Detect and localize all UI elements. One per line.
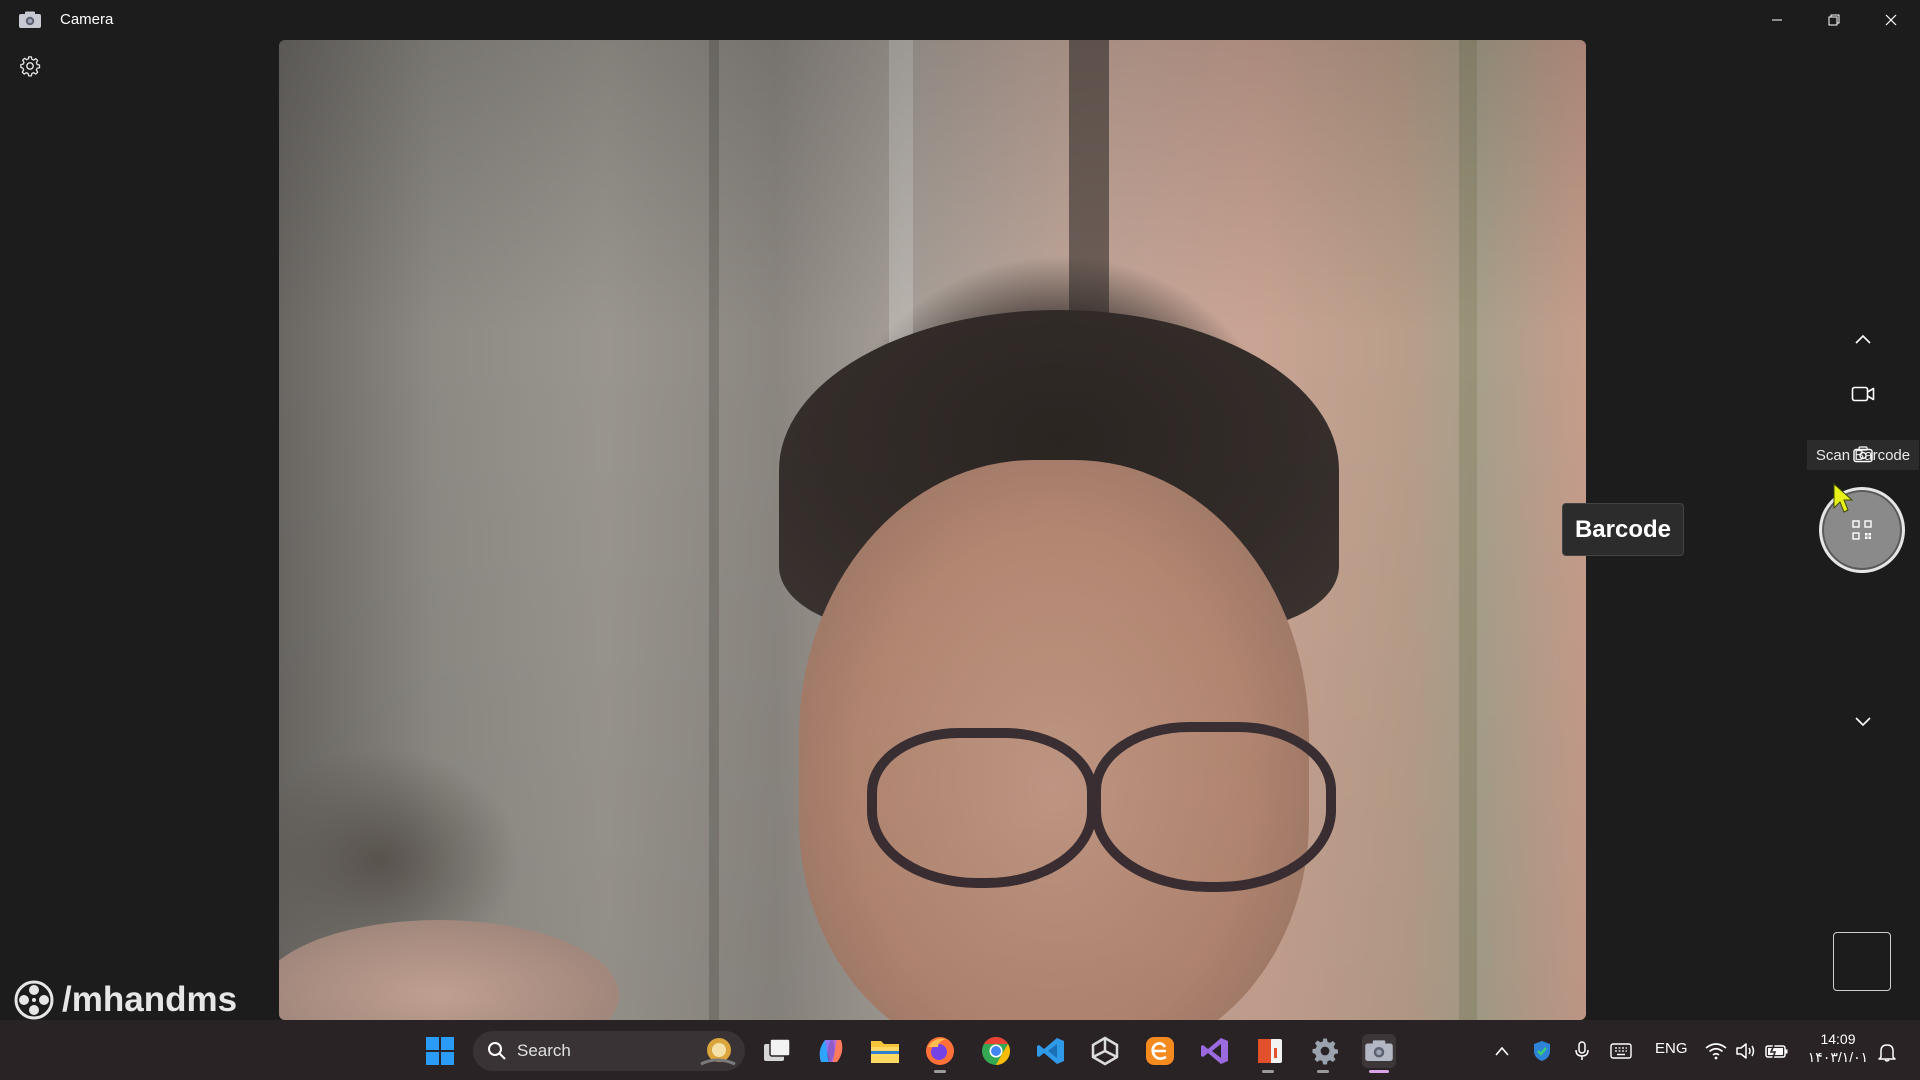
photo-mode-button[interactable] xyxy=(1850,442,1876,466)
vscode-icon xyxy=(1037,1038,1064,1064)
microphone-icon xyxy=(1575,1041,1589,1060)
close-icon xyxy=(1885,14,1897,26)
video-mode-button[interactable] xyxy=(1845,377,1881,411)
bell-icon xyxy=(1878,1044,1896,1062)
watermark-text: /mhandms xyxy=(62,980,238,1019)
qr-code-icon xyxy=(1852,520,1872,540)
tray-volume[interactable] xyxy=(1734,1040,1758,1062)
camera-icon xyxy=(1853,445,1873,462)
running-indicator xyxy=(934,1070,946,1073)
task-view-icon xyxy=(764,1038,791,1061)
windows-icon xyxy=(426,1037,454,1065)
tray-microphone[interactable] xyxy=(1571,1040,1593,1062)
taskbar-app-orange-e[interactable] xyxy=(1143,1034,1177,1068)
chevron-down-icon xyxy=(1855,717,1871,727)
active-indicator xyxy=(1369,1070,1389,1073)
mouse-cursor-icon xyxy=(1833,482,1854,513)
video-camera-icon xyxy=(1851,386,1875,402)
shield-icon xyxy=(1534,1041,1550,1061)
restore-icon xyxy=(1828,14,1840,26)
chevron-up-icon xyxy=(1495,1046,1509,1056)
taskbar-app-file-explorer[interactable] xyxy=(868,1034,902,1068)
battery-icon xyxy=(1765,1044,1788,1059)
gear-icon xyxy=(1312,1038,1338,1065)
folder-icon xyxy=(871,1041,899,1063)
restore-button[interactable] xyxy=(1806,0,1862,40)
preview-shade xyxy=(279,40,1586,1020)
taskbar-app-office[interactable] xyxy=(1253,1034,1287,1068)
firefox-icon xyxy=(926,1037,954,1065)
running-indicator xyxy=(1317,1070,1329,1073)
taskbar-app-chrome[interactable] xyxy=(979,1034,1013,1068)
wifi-icon xyxy=(1705,1043,1727,1060)
task-view-button[interactable] xyxy=(760,1034,794,1068)
taskbar-app-visual-studio[interactable] xyxy=(1198,1034,1232,1068)
expand-down-button[interactable] xyxy=(1845,706,1881,738)
film-reel-icon xyxy=(14,980,54,1020)
collapse-up-button[interactable] xyxy=(1845,323,1881,355)
camera-preview xyxy=(279,40,1586,1020)
unity-icon xyxy=(1091,1036,1119,1066)
taskbar-app-settings[interactable] xyxy=(1308,1034,1342,1068)
search-icon xyxy=(488,1042,506,1060)
running-indicator xyxy=(1262,1070,1274,1073)
camera-icon xyxy=(19,11,41,28)
office-icon xyxy=(1258,1039,1282,1063)
clock-time: 14:09 xyxy=(1820,1031,1856,1047)
tray-overflow-button[interactable] xyxy=(1490,1040,1514,1062)
tray-battery[interactable] xyxy=(1764,1040,1790,1062)
minimize-button[interactable] xyxy=(1749,0,1805,40)
search-highlight-icon xyxy=(700,1038,736,1066)
orange-e-icon xyxy=(1146,1037,1174,1065)
camera-icon xyxy=(1365,1040,1393,1061)
speaker-icon xyxy=(1736,1043,1755,1059)
tray-clock[interactable]: 14:09 ۱۴۰۳/۱/۰۱ xyxy=(1802,1030,1874,1066)
copilot-icon xyxy=(819,1040,843,1062)
last-capture-thumbnail[interactable] xyxy=(1833,932,1891,991)
chevron-up-icon xyxy=(1855,334,1871,344)
tray-security[interactable] xyxy=(1530,1040,1554,1062)
window-title: Camera xyxy=(60,11,114,28)
chrome-icon xyxy=(982,1037,1010,1065)
taskbar-app-vscode[interactable] xyxy=(1034,1034,1068,1068)
title-bar: Camera xyxy=(0,0,1920,40)
taskbar-app-copilot[interactable] xyxy=(814,1034,848,1068)
search-placeholder: Search xyxy=(517,1041,571,1060)
watermark: /mhandms xyxy=(14,978,237,1022)
gear-icon xyxy=(20,56,41,77)
minimize-icon xyxy=(1772,19,1782,21)
keyboard-icon xyxy=(1610,1043,1632,1059)
clock-date: ۱۴۰۳/۱/۰۱ xyxy=(1807,1049,1869,1065)
taskbar-app-unity[interactable] xyxy=(1088,1034,1122,1068)
settings-button[interactable] xyxy=(14,50,46,82)
taskbar-app-camera[interactable] xyxy=(1362,1034,1396,1068)
taskbar-search[interactable]: Search xyxy=(473,1031,745,1071)
taskbar-app-firefox[interactable] xyxy=(923,1034,957,1068)
close-button[interactable] xyxy=(1863,0,1919,40)
barcode-tooltip: Barcode xyxy=(1562,503,1684,556)
tray-language[interactable]: ENG xyxy=(1655,1040,1688,1057)
visual-studio-icon xyxy=(1201,1038,1228,1064)
start-button[interactable] xyxy=(423,1034,457,1068)
tray-wifi[interactable] xyxy=(1704,1040,1728,1062)
tray-keyboard[interactable] xyxy=(1608,1040,1634,1062)
notification-button[interactable] xyxy=(1874,1040,1900,1064)
